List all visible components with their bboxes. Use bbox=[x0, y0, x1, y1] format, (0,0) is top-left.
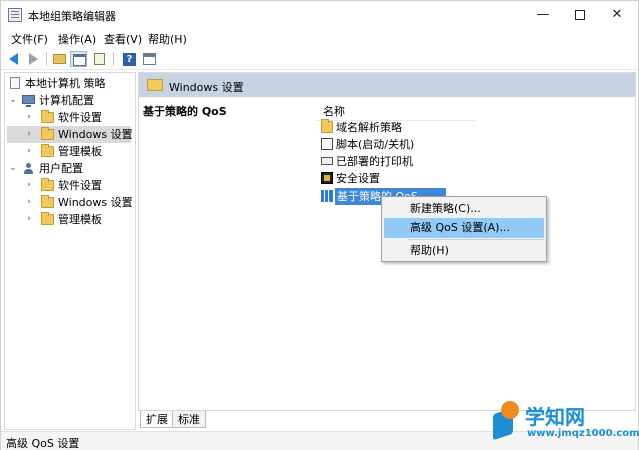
folder-icon bbox=[41, 195, 54, 208]
script-icon bbox=[321, 138, 333, 150]
console-tree-icon bbox=[73, 54, 86, 66]
tree-item-user-software-settings[interactable]: › 软件设置 bbox=[7, 177, 135, 194]
printer-icon bbox=[321, 157, 333, 165]
chevron-right-icon[interactable]: › bbox=[24, 211, 34, 228]
qos-icon bbox=[321, 190, 333, 202]
tree-item-label: Windows 设置 bbox=[58, 128, 133, 141]
computer-icon bbox=[22, 95, 35, 107]
folder-up-icon bbox=[53, 54, 66, 64]
user-icon bbox=[23, 163, 34, 174]
list-item[interactable]: 脚本(启动/关机) bbox=[321, 136, 441, 153]
menu-file[interactable]: 文件(F) bbox=[11, 31, 48, 47]
policy-document-icon bbox=[10, 77, 20, 89]
toolbar-separator bbox=[113, 52, 114, 66]
tree-item-user-config[interactable]: ⌄ 用户配置 bbox=[7, 160, 135, 177]
tree-item-windows-settings[interactable]: › Windows 设置 bbox=[7, 126, 133, 143]
title-bar: 本地组策略编辑器 — ✕ bbox=[1, 1, 638, 29]
list-item[interactable]: 安全设置 bbox=[321, 170, 441, 187]
menu-item-new-policy[interactable]: 新建策略(C)... bbox=[384, 199, 544, 219]
chevron-right-icon[interactable]: › bbox=[24, 126, 34, 143]
security-icon bbox=[321, 172, 333, 184]
tree-item-root[interactable]: 本地计算机 策略 bbox=[7, 75, 135, 92]
console-tree: 本地计算机 策略 ⌄ 计算机配置 › 软件设置 › Windows 设置 › 管… bbox=[4, 72, 136, 430]
window-title: 本地组策略编辑器 bbox=[28, 10, 116, 23]
folder-icon bbox=[41, 212, 54, 225]
tree-item-label: 软件设置 bbox=[58, 179, 102, 192]
watermark-url: www.jmqz1000.com bbox=[527, 428, 639, 439]
tree-item-admin-templates[interactable]: › 管理模板 bbox=[7, 143, 135, 160]
chevron-right-icon[interactable]: › bbox=[24, 109, 34, 126]
forward-button[interactable] bbox=[25, 51, 42, 67]
toolbar: ? bbox=[1, 48, 638, 70]
tab-standard[interactable]: 标准 bbox=[172, 411, 206, 428]
properties-button[interactable] bbox=[141, 51, 158, 67]
folder-icon bbox=[41, 110, 54, 123]
tree-item-label: 本地计算机 策略 bbox=[25, 77, 106, 90]
chevron-right-icon[interactable]: › bbox=[24, 143, 34, 160]
chevron-right-icon[interactable]: › bbox=[24, 177, 34, 194]
details-header-title: Windows 设置 bbox=[169, 81, 244, 94]
toolbar-separator bbox=[46, 52, 47, 66]
description-title: 基于策略的 QoS bbox=[143, 105, 227, 118]
menu-action[interactable]: 操作(A) bbox=[58, 31, 96, 47]
back-button[interactable] bbox=[6, 51, 23, 67]
list-item[interactable]: 域名解析策略 bbox=[321, 119, 441, 136]
folder-icon bbox=[41, 127, 54, 140]
list-item-label: 安全设置 bbox=[336, 172, 380, 185]
chevron-down-icon[interactable]: ⌄ bbox=[8, 160, 18, 177]
menu-help[interactable]: 帮助(H) bbox=[148, 31, 187, 47]
list-item-label: 域名解析策略 bbox=[336, 121, 402, 134]
column-header-name[interactable]: 名称 bbox=[323, 103, 345, 119]
watermark-title: 学知网 bbox=[525, 405, 585, 429]
close-button[interactable]: ✕ bbox=[594, 1, 639, 29]
app-window: 本地组策略编辑器 — ✕ 文件(F) 操作(A) 查看(V) 帮助(H) ? 本… bbox=[0, 0, 639, 450]
folder-icon bbox=[321, 119, 333, 133]
maximize-icon bbox=[575, 9, 585, 20]
export-list-button[interactable] bbox=[91, 51, 108, 67]
list-item-label: 脚本(启动/关机) bbox=[336, 138, 415, 151]
tab-extended[interactable]: 扩展 bbox=[140, 411, 174, 428]
tree-item-label: 计算机配置 bbox=[39, 94, 94, 107]
watermark: 学知网 www.jmqz1000.com bbox=[489, 397, 639, 445]
folder-icon bbox=[41, 144, 54, 157]
status-text: 高级 QoS 设置 bbox=[6, 437, 80, 450]
tree-item-computer-config[interactable]: ⌄ 计算机配置 bbox=[7, 92, 135, 109]
back-arrow-icon bbox=[9, 53, 18, 65]
tree-item-user-admin-templates[interactable]: › 管理模板 bbox=[7, 211, 135, 228]
menu-item-help[interactable]: 帮助(H) bbox=[384, 241, 544, 261]
chevron-right-icon[interactable]: › bbox=[24, 194, 34, 211]
list-item[interactable]: 已部署的打印机 bbox=[321, 153, 441, 170]
export-icon bbox=[94, 53, 105, 65]
menu-bar: 文件(F) 操作(A) 查看(V) 帮助(H) bbox=[1, 29, 638, 47]
tree-item-label: 管理模板 bbox=[58, 145, 102, 158]
folder-icon bbox=[41, 178, 54, 191]
help-button[interactable]: ? bbox=[121, 51, 138, 67]
forward-arrow-icon bbox=[29, 53, 38, 65]
tree-item-user-windows-settings[interactable]: › Windows 设置 bbox=[7, 194, 135, 211]
menu-separator bbox=[408, 239, 544, 240]
up-folder-button[interactable] bbox=[51, 51, 68, 67]
menu-item-advanced-qos[interactable]: 高级 QoS 设置(A)... bbox=[384, 218, 544, 238]
folder-icon bbox=[147, 79, 163, 91]
menu-view[interactable]: 查看(V) bbox=[104, 31, 142, 47]
tree-item-label: 软件设置 bbox=[58, 111, 102, 124]
tree-item-label: 管理模板 bbox=[58, 213, 102, 226]
tree-item-software-settings[interactable]: › 软件设置 bbox=[7, 109, 135, 126]
context-menu: 新建策略(C)... 高级 QoS 设置(A)... 帮助(H) bbox=[381, 196, 547, 262]
list-item-label: 已部署的打印机 bbox=[336, 155, 413, 168]
app-icon bbox=[8, 8, 22, 22]
chevron-down-icon[interactable]: ⌄ bbox=[8, 92, 18, 109]
watermark-logo-icon bbox=[489, 397, 523, 441]
help-icon: ? bbox=[123, 53, 136, 66]
tree-item-label: 用户配置 bbox=[39, 162, 83, 175]
show-hide-tree-button[interactable] bbox=[70, 51, 87, 67]
properties-icon bbox=[143, 53, 156, 65]
details-header: Windows 设置 bbox=[139, 73, 635, 97]
tree-item-label: Windows 设置 bbox=[58, 196, 133, 209]
